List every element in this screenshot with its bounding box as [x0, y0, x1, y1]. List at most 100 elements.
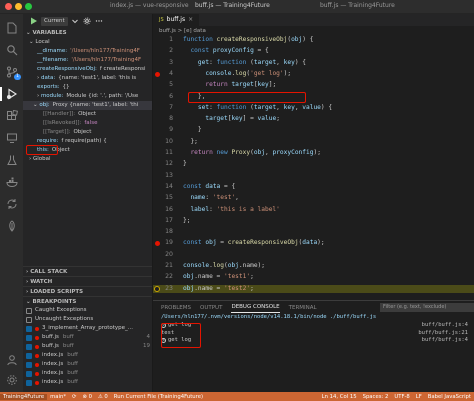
variable-row[interactable]: › data: {name: 'test1', label: 'this is — [23, 74, 152, 83]
variables-global-scope[interactable]: › Global — [23, 155, 152, 164]
console-source-link[interactable]: buff/buff.js:4 — [422, 337, 468, 345]
code-line[interactable]: 12} — [153, 160, 474, 169]
end-of-line[interactable]: LF — [413, 394, 425, 400]
manage-gear-icon[interactable] — [6, 374, 18, 386]
leaf-icon[interactable] — [6, 220, 18, 232]
errors-count[interactable]: ⊗ 0 — [79, 394, 95, 400]
breakpoint-checkbox[interactable] — [26, 316, 32, 323]
code-line[interactable]: 11 return new Proxy(obj, proxyConfig); — [153, 149, 474, 158]
variable-row[interactable]: createResponsiveObj: f createResponsi — [23, 65, 152, 74]
zoom-window-button[interactable] — [25, 3, 32, 10]
settings-sync-icon[interactable] — [6, 198, 18, 210]
console-line[interactable]: 2 get log buff/buff.js:4 — [153, 322, 474, 330]
watch-header[interactable]: › WATCH — [23, 276, 152, 286]
chevron-down-icon[interactable] — [71, 17, 80, 26]
code-line[interactable]: 14 const data = { — [153, 183, 474, 192]
console-line[interactable]: /Users/hln177/.nvm/versions/node/v14.18.… — [153, 314, 474, 322]
search-icon[interactable] — [6, 44, 18, 56]
code-line[interactable]: 5 return target[key]; — [153, 81, 474, 90]
variables-header[interactable]: ⌄ VARIABLES — [23, 28, 152, 38]
code-line[interactable]: 10 }; — [153, 138, 474, 147]
code-line[interactable]: 15 name: 'test', — [153, 194, 474, 203]
cursor-position[interactable]: Ln 14, Col 15 — [319, 394, 360, 400]
console-source-link[interactable]: buff/buff.js:4 — [422, 322, 468, 330]
close-window-button[interactable] — [5, 3, 12, 10]
code-line[interactable]: 22 obj.name = 'test1'; — [153, 273, 474, 282]
git-branch[interactable]: main* — [47, 394, 69, 400]
breakpoints-header[interactable]: ⌄ BREAKPOINTS — [23, 296, 152, 306]
variable-row[interactable]: [[Handler]]: Object — [23, 110, 152, 119]
variable-row[interactable]: › module: Module {id: '.', path: '/Use — [23, 92, 152, 101]
code-line[interactable]: 19 const obj = createResponsiveObj(data); — [153, 239, 474, 248]
breakpoint-checkbox[interactable] — [26, 334, 32, 341]
code-line[interactable]: 18 — [153, 228, 474, 237]
open-launch-json-gear-icon[interactable] — [83, 17, 92, 26]
breakpoint-checkbox[interactable] — [26, 379, 32, 386]
breakpoint-item[interactable]: 3_implement_Array_prototype_... — [23, 324, 152, 333]
breakpoint-checkbox[interactable] — [26, 325, 32, 332]
console-source-link[interactable]: buff/buff.js:21 — [418, 330, 468, 338]
code-line[interactable]: 17}; — [153, 217, 474, 226]
encoding[interactable]: UTF-8 — [391, 394, 412, 400]
breadcrumb[interactable]: buff.js > [e] data — [153, 26, 474, 36]
breakpoint-item[interactable]: Caught Exceptions — [23, 306, 152, 315]
code-line[interactable]: 20 — [153, 251, 474, 260]
minimize-window-button[interactable] — [15, 3, 22, 10]
code-line[interactable]: 2 const proxyConfig = { — [153, 47, 474, 56]
warnings-count[interactable]: ⚠ 0 — [95, 394, 111, 400]
code-line[interactable]: 23 obj.name = 'test2'; — [153, 284, 474, 294]
variable-row[interactable]: [[IsRevoked]]: false — [23, 119, 152, 128]
variable-row[interactable]: exports:{} — [23, 83, 152, 92]
variable-row[interactable]: [[Target]]: Object — [23, 128, 152, 137]
breakpoint-item[interactable]: buff.js buff 4 — [23, 333, 152, 342]
sync-icon[interactable]: ⟳ — [69, 394, 79, 400]
call-stack-header[interactable]: › CALL STACK — [23, 266, 152, 276]
breakpoint-checkbox[interactable] — [26, 343, 32, 350]
breakpoint-item[interactable]: index.js buff — [23, 378, 152, 387]
close-tab-icon[interactable]: × — [188, 14, 193, 26]
breakpoint-item[interactable]: index.js buff — [23, 351, 152, 360]
console-filter-input[interactable]: Filter (e.g. text, !exclude) — [380, 303, 474, 312]
code-line[interactable]: 4 console.log('get log'); — [153, 70, 474, 79]
panel-tab-output[interactable]: OUTPUT — [200, 305, 222, 311]
more-actions-icon[interactable] — [95, 17, 104, 26]
breakpoint-item[interactable]: buff.js buff 19 — [23, 342, 152, 351]
remote-icon[interactable] — [6, 132, 18, 144]
code-line[interactable]: 1 function createResponsiveObj(obj) { — [153, 36, 474, 45]
remote-indicator[interactable]: Training4Future — [0, 393, 48, 400]
console-line[interactable]: 4 get log buff/buff.js:4 — [153, 337, 474, 345]
code-line[interactable]: 16 label: 'this is a label' — [153, 206, 474, 215]
panel-tab-terminal[interactable]: TERMINAL — [289, 305, 317, 311]
language-mode[interactable]: Babel JavaScript — [425, 394, 474, 400]
code-line[interactable]: 9 } — [153, 126, 474, 135]
variable-row[interactable]: __filename: '/Users/hln177/Training4F — [23, 56, 152, 65]
code-lines[interactable]: 1 function createResponsiveObj(obj) { 2 co… — [153, 36, 474, 300]
breakpoint-item[interactable]: index.js buff — [23, 369, 152, 378]
breakpoint-checkbox[interactable] — [26, 361, 32, 368]
loaded-scripts-header[interactable]: › LOADED SCRIPTS — [23, 286, 152, 296]
breakpoint-checkbox[interactable] — [26, 352, 32, 359]
code-line[interactable]: 7 set: function (target, key, value) { — [153, 104, 474, 113]
variable-row[interactable]: __dirname: '/Users/hln177/Training4F — [23, 47, 152, 56]
code-line[interactable]: 21 console.log(obj.name); — [153, 262, 474, 271]
run-current-file[interactable]: Run Current File (Training4Future) — [111, 394, 206, 400]
code-line[interactable]: 13 — [153, 172, 474, 181]
breakpoint-checkbox[interactable] — [26, 307, 32, 314]
panel-tab-debug-console[interactable]: DEBUG CONSOLE — [231, 302, 280, 313]
extensions-icon[interactable] — [6, 110, 18, 122]
account-icon[interactable] — [6, 354, 18, 366]
variable-row[interactable]: ⌄ obj: Proxy {name: 'test1', label: 'thi — [23, 101, 152, 110]
tab-buff-js[interactable]: JS buff.js × — [153, 14, 200, 26]
console-line[interactable]: test buff/buff.js:21 — [153, 330, 474, 338]
files-icon[interactable] — [6, 22, 18, 34]
run-debug-icon[interactable] — [6, 88, 18, 100]
docker-icon[interactable] — [6, 176, 18, 188]
debug-console-output[interactable]: /Users/hln177/.nvm/versions/node/v14.18.… — [153, 314, 474, 345]
start-debugging-button[interactable] — [29, 17, 38, 26]
indentation[interactable]: Spaces: 2 — [360, 394, 392, 400]
testing-icon[interactable] — [6, 154, 18, 166]
debug-config-select[interactable]: Current — [41, 16, 68, 26]
code-line[interactable]: 3 get: function (target, key) { — [153, 59, 474, 68]
breakpoint-item[interactable]: Uncaught Exceptions — [23, 315, 152, 324]
code-line[interactable]: 8 target[key] = value; — [153, 115, 474, 124]
